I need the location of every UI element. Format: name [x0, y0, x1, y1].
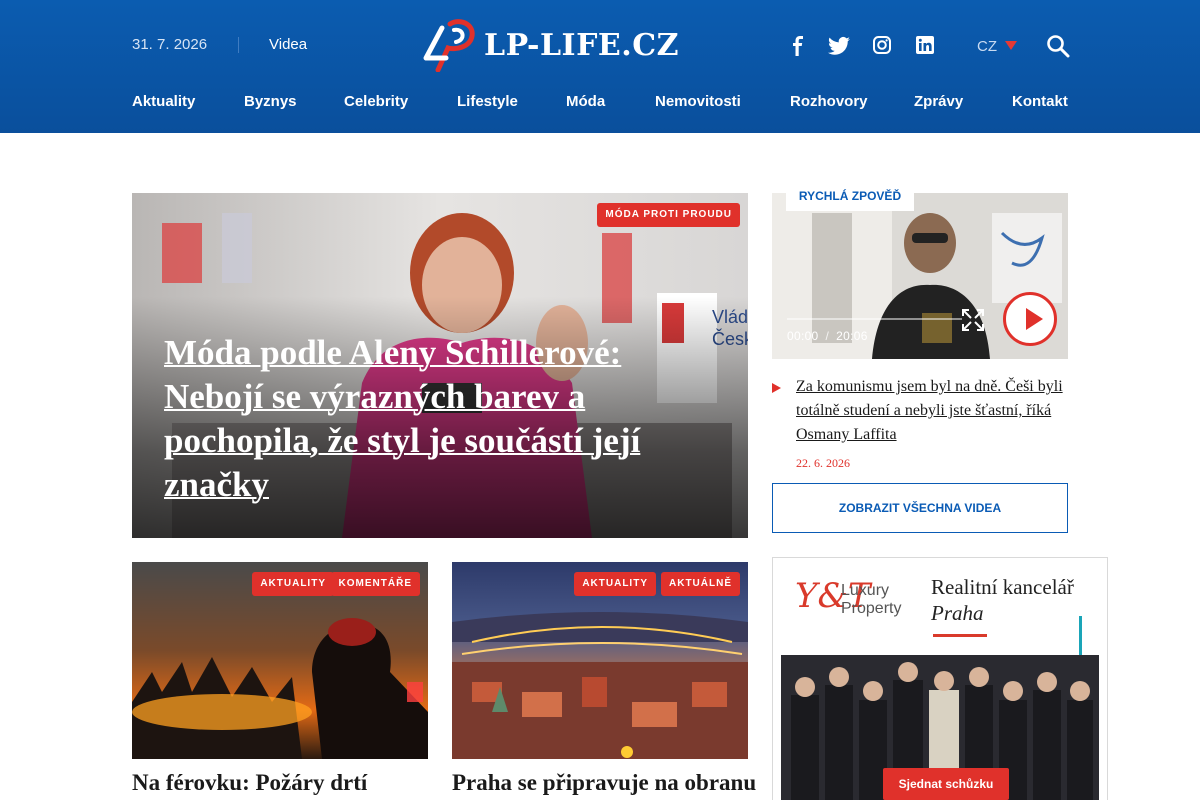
- video-progress-bar[interactable]: [787, 318, 962, 320]
- nav-item-lifestyle[interactable]: Lifestyle: [457, 93, 518, 110]
- ad-title: Realitní kancelář: [931, 575, 1074, 599]
- twitter-icon[interactable]: [828, 36, 850, 56]
- nav-item-zpravy[interactable]: Zprávy: [914, 93, 963, 110]
- search-icon[interactable]: [1046, 34, 1070, 63]
- instagram-icon[interactable]: [873, 36, 895, 56]
- current-date: 31. 7. 2026: [132, 36, 208, 53]
- play-button[interactable]: [1003, 292, 1057, 346]
- article-card-image[interactable]: AKTUALITY KOMENTÁŘE: [132, 562, 428, 759]
- bullet-arrow-icon: [772, 383, 781, 393]
- fullscreen-icon[interactable]: [961, 308, 985, 337]
- article-card-title[interactable]: Na férovku: Požáry drtí: [132, 770, 367, 796]
- hero-category-tag[interactable]: MÓDA PROTI PROUDU: [597, 203, 740, 227]
- ad-brand-line2: Property: [841, 600, 902, 617]
- linkedin-icon[interactable]: [916, 36, 938, 56]
- logo-text: LP-LIFE.CZ: [484, 28, 679, 63]
- nav-item-nemovitosti[interactable]: Nemovitosti: [655, 93, 741, 110]
- hero-title[interactable]: Móda podle Aleny Schillerové: Nebojí se …: [164, 331, 684, 507]
- ad-cta-button[interactable]: Sjednat schůzku: [883, 768, 1009, 800]
- nav-item-aktuality[interactable]: Aktuality: [132, 93, 195, 110]
- category-tag-aktuality[interactable]: AKTUALITY: [252, 572, 334, 596]
- article-card-title[interactable]: Praha se připravuje na obranu: [452, 770, 756, 796]
- site-header: 31. 7. 2026 Videa LP-LIFE.CZ CZ Aktualit…: [0, 0, 1200, 133]
- video-section-label: RYCHLÁ ZPOVĚĎ: [786, 183, 914, 211]
- ad-accent-line: [933, 634, 987, 637]
- category-tag-komentare[interactable]: KOMENTÁŘE: [330, 572, 420, 596]
- header-divider: [238, 37, 239, 53]
- video-time: 00:00 / 20:06: [787, 329, 868, 343]
- ad-brand-name: Luxury Property: [841, 582, 901, 618]
- nav-item-celebrity[interactable]: Celebrity: [344, 93, 408, 110]
- language-selector[interactable]: CZ: [977, 38, 997, 55]
- play-icon: [1026, 308, 1043, 330]
- category-tag-aktuality[interactable]: AKTUALITY: [574, 572, 656, 596]
- facebook-icon[interactable]: [790, 36, 812, 56]
- article-card-image[interactable]: AKTUALITY AKTUÁLNĚ: [452, 562, 748, 759]
- video-duration: 20:06: [836, 329, 868, 343]
- chevron-down-icon[interactable]: [1005, 41, 1017, 50]
- video-article-date: 22. 6. 2026: [796, 456, 850, 470]
- videos-link[interactable]: Videa: [269, 36, 307, 53]
- advertisement[interactable]: Y&T Luxury Property Realitní kancelář Pr…: [772, 557, 1108, 800]
- all-videos-button[interactable]: ZOBRAZIT VŠECHNA VIDEA: [772, 483, 1068, 533]
- site-logo[interactable]: LP-LIFE.CZ: [420, 18, 680, 72]
- logo-mark-icon: [423, 19, 475, 72]
- ad-brand-line1: Luxury: [841, 582, 890, 599]
- nav-item-moda[interactable]: Móda: [566, 93, 605, 110]
- nav-item-rozhovory[interactable]: Rozhovory: [790, 93, 868, 110]
- video-time-separator: /: [825, 329, 830, 343]
- video-current-time: 00:00: [787, 329, 819, 343]
- nav-item-kontakt[interactable]: Kontakt: [1012, 93, 1068, 110]
- hero-article[interactable]: Vlád Česk MÓDA PROTI PROUDU Móda podle A…: [132, 193, 748, 538]
- category-tag-aktualne[interactable]: AKTUÁLNĚ: [661, 572, 740, 596]
- ad-city: Praha: [931, 601, 984, 625]
- nav-item-byznys[interactable]: Byznys: [244, 93, 297, 110]
- video-article-link[interactable]: Za komunismu jsem byl na dně. Češi byli …: [796, 375, 1071, 447]
